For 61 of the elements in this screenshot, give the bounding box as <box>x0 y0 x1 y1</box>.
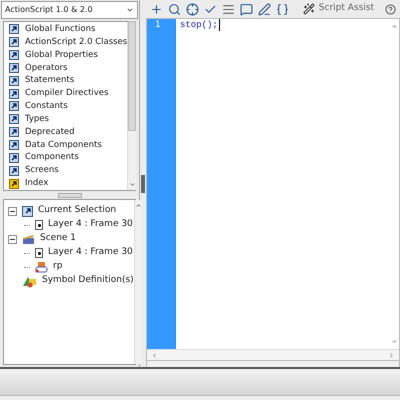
tree-item-label[interactable]: rp <box>53 260 62 274</box>
collapse-handle[interactable] <box>141 174 145 192</box>
arrow-book-icon <box>9 50 19 60</box>
search-icon[interactable] <box>168 2 181 16</box>
arrow-book-icon <box>9 166 19 176</box>
tree-item-label[interactable]: Current Selection <box>38 204 116 218</box>
arrow-book-icon <box>9 127 19 138</box>
category-item[interactable]: ActionScript 2.0 Classes <box>25 36 128 49</box>
arrow-book-icon <box>9 114 19 124</box>
horizontal-scrollbar[interactable] <box>147 349 399 360</box>
tree-item-label[interactable]: Scene 1 <box>40 232 76 246</box>
lines-icon[interactable] <box>222 2 235 16</box>
line-number: 1 <box>154 19 162 31</box>
arrow-book-icon <box>9 76 19 86</box>
script-assist-button[interactable]: Script Assist <box>302 2 374 16</box>
movie-clip-icon <box>35 261 48 273</box>
frame-icon <box>35 248 43 258</box>
arrow-book-icon <box>9 37 19 48</box>
category-item[interactable]: Deprecated <box>25 126 75 139</box>
frame-icon <box>35 220 43 230</box>
splitter-handle[interactable] <box>58 192 82 198</box>
language-dropdown[interactable]: ActionScript 1.0 & 2.0 <box>1 1 138 19</box>
comment-icon[interactable] <box>240 2 253 16</box>
braces-icon[interactable] <box>276 2 289 16</box>
category-item[interactable]: Constants <box>25 100 68 113</box>
clapperboard-icon <box>22 234 35 244</box>
category-item[interactable]: Statements <box>25 74 74 88</box>
vertical-scrollbar[interactable] <box>127 22 136 190</box>
collapse-toggle[interactable] <box>8 234 17 244</box>
category-item[interactable]: Screens <box>25 164 59 178</box>
arrow-icon <box>22 206 33 216</box>
category-item[interactable]: Operators <box>25 62 68 74</box>
pen-icon[interactable] <box>258 2 271 16</box>
code-line: stop(); <box>180 19 220 31</box>
category-item[interactable]: Compiler Directives <box>25 87 108 100</box>
arrow-book-icon <box>9 152 19 163</box>
crosshair-icon[interactable] <box>186 2 199 16</box>
category-item[interactable]: Components <box>25 151 79 164</box>
help-icon[interactable] <box>385 4 396 14</box>
tree-item-label[interactable]: Symbol Definition(s) <box>42 274 134 288</box>
code-editor[interactable]: 1 stop(); <box>146 18 400 361</box>
tree-item-label[interactable]: Layer 4 : Frame 30 <box>48 218 133 232</box>
category-item[interactable]: Types <box>25 112 49 126</box>
arrow-book-icon <box>9 88 19 99</box>
category-item[interactable]: Global Properties <box>25 48 98 62</box>
collapse-toggle[interactable] <box>8 206 17 216</box>
category-item[interactable]: Data Components <box>25 138 102 152</box>
arrow-book-icon <box>9 101 19 112</box>
shapes-icon <box>22 274 37 288</box>
category-item[interactable]: Index <box>25 177 48 190</box>
index-book-icon <box>9 178 19 189</box>
check-icon[interactable] <box>204 2 217 16</box>
category-item[interactable]: Global Functions <box>25 23 96 36</box>
arrow-book-icon <box>9 140 19 150</box>
wand-icon <box>302 3 315 15</box>
arrow-book-icon <box>9 62 19 73</box>
tree-item-label[interactable]: Layer 4 : Frame 30 <box>48 246 133 260</box>
add-icon[interactable] <box>150 2 163 16</box>
arrow-book-icon <box>9 24 19 34</box>
caret-icon <box>126 6 134 14</box>
vertical-scrollbar[interactable] <box>134 200 142 364</box>
